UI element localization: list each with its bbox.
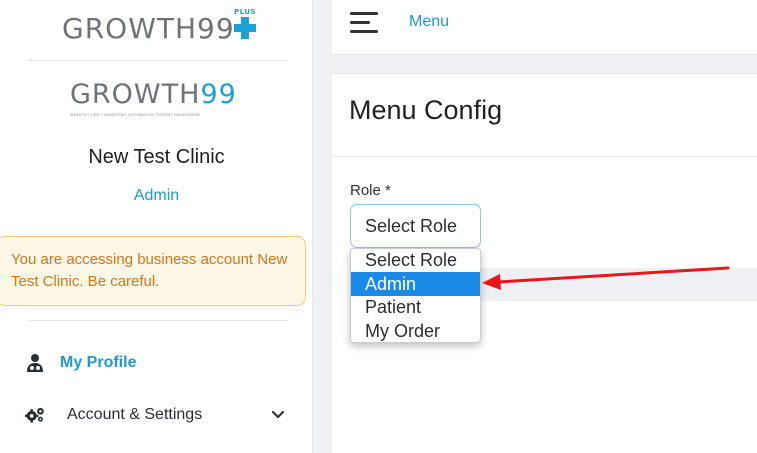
plus-icon: PLUS	[230, 8, 258, 40]
sidebar: GROWTH99 PLUS GROWTH99 WEBSITE | CRM | M…	[0, 0, 313, 453]
business-account-warning: You are accessing business account New T…	[0, 236, 306, 306]
sidebar-item-account-settings[interactable]: Account & Settings	[0, 397, 313, 433]
role-option-admin[interactable]: Admin	[351, 272, 480, 296]
sidebar-item-my-profile[interactable]: My Profile	[0, 345, 313, 381]
clinic-name: New Test Clinic	[88, 146, 225, 168]
page-title: Menu Config	[349, 95, 503, 125]
business-wordmark: GROWTH99	[70, 79, 237, 110]
card-divider	[332, 156, 757, 157]
user-doctor-icon	[27, 354, 43, 372]
app-window: GROWTH99 PLUS GROWTH99 WEBSITE | CRM | M…	[0, 0, 757, 453]
business-logo: GROWTH99 WEBSITE | CRM | MARKETING AUTOM…	[70, 80, 250, 124]
topbar: Menu	[332, 0, 757, 55]
role-option-patient[interactable]: Patient	[351, 295, 480, 319]
role-options-dropdown[interactable]: Select Role Admin Patient My Order	[350, 248, 481, 343]
brand-wordmark: GROWTH99	[62, 12, 235, 45]
role-option-select-role[interactable]: Select Role	[351, 249, 480, 272]
business-tagline: WEBSITE | CRM | MARKETING AUTOMATION | P…	[70, 113, 201, 117]
gears-icon	[25, 407, 44, 423]
role-select[interactable]: Select Role	[350, 204, 481, 248]
breadcrumb[interactable]: Menu	[409, 13, 449, 31]
user-role-link[interactable]: Admin	[0, 187, 313, 205]
plus-label: PLUS	[234, 8, 257, 16]
role-option-my-order[interactable]: My Order	[351, 319, 480, 342]
brand-divider	[28, 60, 288, 61]
sidebar-item-label: Account & Settings	[67, 406, 203, 423]
menu-divider	[28, 320, 288, 321]
hamburger-menu-icon[interactable]	[350, 10, 380, 36]
brand-logo-plus: GROWTH99 PLUS	[62, 8, 262, 46]
chevron-down-icon[interactable]	[268, 405, 288, 425]
role-field-label: Role *	[350, 182, 391, 199]
sidebar-item-label: My Profile	[60, 354, 137, 371]
annotation-arrow-icon	[482, 266, 730, 290]
